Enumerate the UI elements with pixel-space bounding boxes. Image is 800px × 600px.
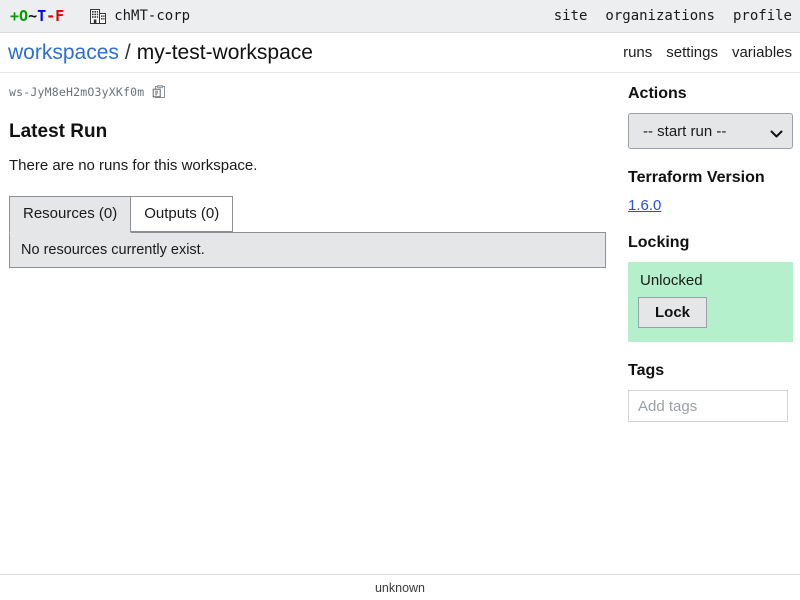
topnav-item-site[interactable]: site bbox=[554, 8, 588, 24]
actions-section: Actions -- start run -- bbox=[628, 85, 794, 149]
subnav-item-variables[interactable]: variables bbox=[732, 44, 792, 61]
locking-heading: Locking bbox=[628, 234, 690, 251]
lock-button[interactable]: Lock bbox=[638, 297, 708, 328]
app-logo[interactable]: +O~T-F bbox=[6, 7, 64, 25]
copy-clipboard-icon[interactable] bbox=[152, 85, 166, 99]
breadcrumb-link-workspaces[interactable]: workspaces bbox=[8, 41, 119, 65]
breadcrumb-current-workspace: my-test-workspace bbox=[136, 40, 313, 64]
tags-heading: Tags bbox=[628, 362, 665, 379]
start-run-select-wrap: -- start run -- bbox=[628, 113, 793, 149]
breadcrumb: workspaces / my-test-workspace bbox=[8, 41, 313, 65]
resource-output-tabs: Resources (0) Outputs (0) bbox=[9, 196, 606, 233]
workspace-id: ws-JyM8eH2mO3yXKf0m bbox=[9, 85, 145, 99]
topnav-item-organizations[interactable]: organizations bbox=[605, 8, 715, 24]
logo-char-tilde: ~ bbox=[28, 7, 38, 25]
content-area: ws-JyM8eH2mO3yXKf0m Latest Run There are… bbox=[0, 73, 800, 593]
breadcrumb-separator: / bbox=[124, 40, 131, 64]
terraform-version-link[interactable]: 1.6.0 bbox=[628, 197, 661, 214]
subnav-item-settings[interactable]: settings bbox=[666, 44, 718, 61]
actions-heading: Actions bbox=[628, 85, 687, 102]
resources-empty-message: No resources currently exist. bbox=[21, 242, 205, 258]
lock-status-text: Unlocked bbox=[640, 272, 703, 289]
locking-section: Locking Unlocked Lock bbox=[628, 234, 794, 342]
sidebar: Actions -- start run -- Terraform Versio… bbox=[620, 73, 800, 593]
logo-char-plus: + bbox=[10, 7, 20, 25]
terraform-version-section: Terraform Version 1.6.0 bbox=[628, 169, 794, 214]
subnav-item-runs[interactable]: runs bbox=[623, 44, 652, 61]
topnav-item-profile[interactable]: profile bbox=[733, 8, 792, 24]
terraform-version-heading: Terraform Version bbox=[628, 169, 765, 186]
add-tags-input[interactable] bbox=[628, 390, 788, 422]
top-bar: +O~T-F chMT-corp site organizations prof… bbox=[0, 0, 800, 33]
main-column: ws-JyM8eH2mO3yXKf0m Latest Run There are… bbox=[0, 73, 620, 593]
start-run-select[interactable]: -- start run -- bbox=[628, 113, 793, 149]
tab-resources[interactable]: Resources (0) bbox=[9, 196, 132, 233]
workspace-sub-navigation: runs settings variables bbox=[623, 44, 792, 61]
no-runs-message: There are no runs for this workspace. bbox=[9, 157, 258, 174]
tags-section: Tags bbox=[628, 362, 794, 422]
breadcrumb-row: workspaces / my-test-workspace runs sett… bbox=[0, 33, 800, 73]
resources-panel: No resources currently exist. bbox=[9, 232, 606, 268]
top-navigation: site organizations profile bbox=[554, 8, 792, 24]
lock-status-panel: Unlocked Lock bbox=[628, 262, 793, 342]
workspace-id-row: ws-JyM8eH2mO3yXKf0m bbox=[9, 85, 606, 99]
organization-name: chMT-corp bbox=[114, 8, 191, 24]
logo-char-dash: - bbox=[46, 7, 56, 25]
logo-char-t: T bbox=[37, 7, 47, 25]
logo-char-f: F bbox=[55, 7, 65, 25]
logo-char-o: O bbox=[19, 7, 29, 25]
page-title: Latest Run bbox=[9, 121, 108, 142]
footer-version-text: unknown bbox=[374, 580, 426, 595]
building-icon bbox=[90, 8, 107, 25]
organization-chip[interactable]: chMT-corp bbox=[90, 8, 190, 25]
tab-outputs[interactable]: Outputs (0) bbox=[131, 196, 234, 232]
footer: unknown bbox=[0, 574, 800, 600]
